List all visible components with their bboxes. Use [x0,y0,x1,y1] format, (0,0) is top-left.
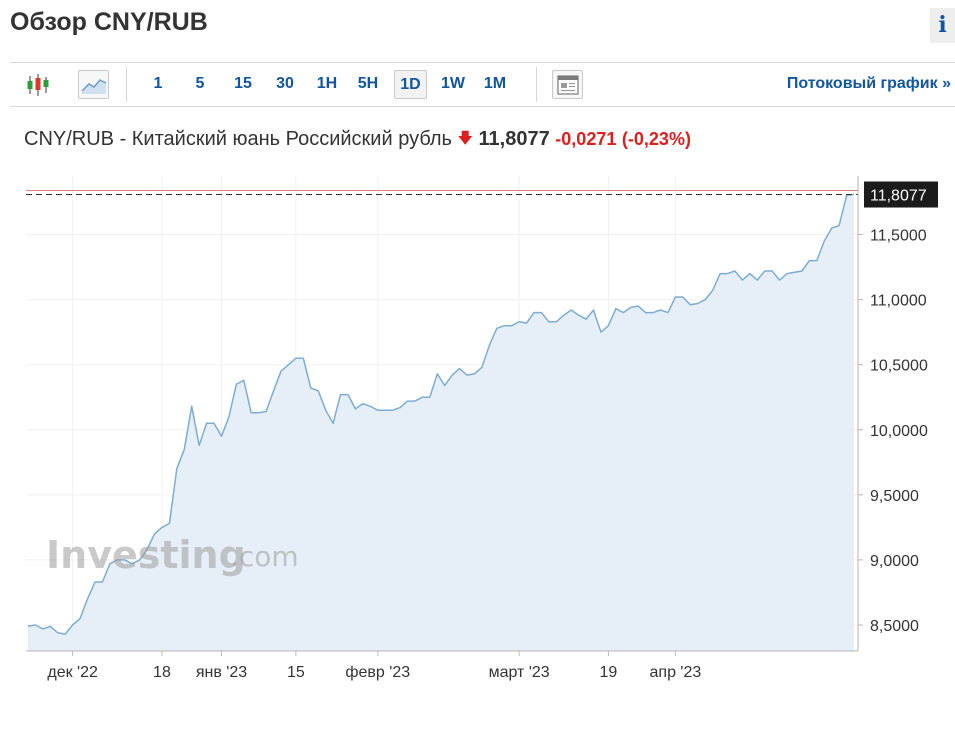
x-tick-label: дек '22 [47,664,98,681]
candlestick-icon[interactable] [22,70,53,99]
info-button[interactable]: i [930,8,955,43]
x-tick-label: март '23 [489,664,550,681]
timeframe-1m[interactable]: 1M [478,70,512,99]
arrow-down-icon: 🡇 [457,130,473,147]
instrument-name: CNY/RUB - Китайский юань Российский рубл… [24,128,452,150]
price-area [28,194,854,651]
watermark-suffix: .com [230,540,299,573]
toolbar-divider [126,67,127,102]
x-tick-label: февр '23 [345,664,410,681]
x-tick-label: апр '23 [650,664,702,681]
price-change: -0,0271 [555,129,617,149]
x-tick-label: 18 [153,664,171,681]
timeframe-15[interactable]: 15 [229,70,257,99]
news-panel-icon[interactable] [552,70,583,99]
page-title: Обзор CNY/RUB [10,8,208,36]
price-change-percent: (-0,23%) [621,129,691,149]
last-price-label: 11,8077 [870,188,927,205]
timeframe-1w[interactable]: 1W [436,70,470,99]
streaming-chart-link[interactable]: Потоковый график » [787,75,951,93]
y-tick-label: 10,5000 [870,358,928,375]
y-tick-label: 9,5000 [870,488,919,505]
timeframe-1d[interactable]: 1D [394,70,427,99]
x-tick-label: 19 [600,664,618,681]
timeframe-30[interactable]: 30 [271,70,299,99]
quote-header: CNY/RUB - Китайский юань Российский рубл… [24,128,691,155]
y-tick-label: 11,0000 [870,293,927,310]
timeframe-1[interactable]: 1 [148,70,168,99]
timeframe-5h[interactable]: 5H [353,70,383,99]
toolbar-divider [536,67,537,102]
area-chart-icon[interactable] [78,70,109,99]
y-tick-label: 11,5000 [870,228,927,245]
x-tick-label: янв '23 [196,664,247,681]
y-axis: 11,5000 11,0000 10,5000 10,0000 9,5000 9,0000… [857,176,928,651]
x-tick-label: 15 [287,664,305,681]
price-chart[interactable]: Investing .com 11,5000 11,0000 10,5000 10,0… [0,170,955,700]
x-axis: дек '22 18 янв '23 15 февр '23 март '23 19 апр … [26,650,858,681]
last-price-tag: 11,8077 [864,181,938,208]
y-tick-label: 8,5000 [870,618,919,635]
watermark-brand: Investing [46,533,246,577]
y-tick-label: 10,0000 [870,423,928,440]
last-price: 11,8077 [478,128,550,150]
timeframe-5[interactable]: 5 [190,70,210,99]
y-tick-label: 9,0000 [870,553,919,570]
investing-watermark: Investing .com [46,533,299,577]
chart-toolbar: 1 5 15 30 1H 5H 1D 1W 1M Потоковый графи… [10,62,955,107]
timeframe-1h[interactable]: 1H [312,70,342,99]
